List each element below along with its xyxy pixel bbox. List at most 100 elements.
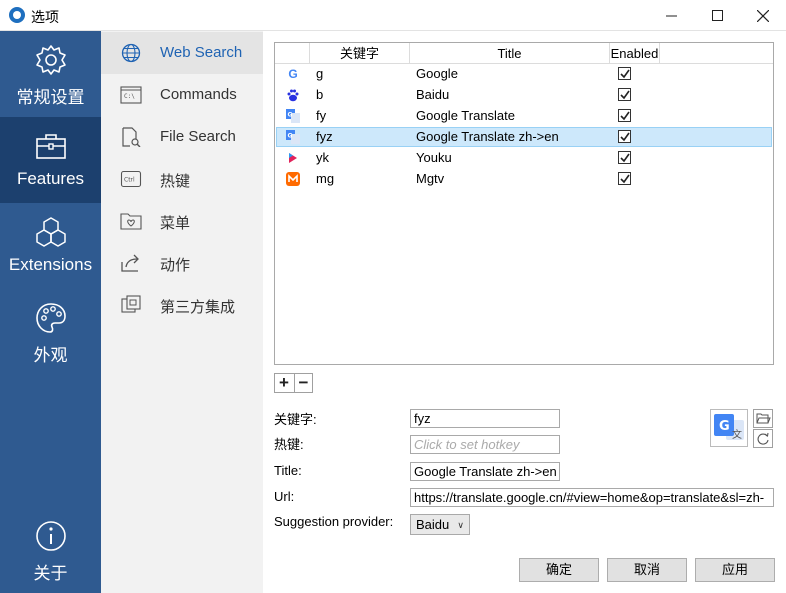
hotkey-input[interactable]: Click to set hotkey — [410, 435, 560, 454]
rail-item-label: 外观 — [33, 346, 68, 365]
enabled-checkbox[interactable] — [618, 151, 631, 164]
baidu-paw-icon — [286, 88, 300, 102]
remove-button[interactable]: − — [294, 374, 312, 392]
window-title: 选项 — [31, 9, 59, 25]
google-translate-icon: G — [286, 109, 300, 123]
google-translate-icon: G — [286, 130, 300, 144]
row-title: Google Translate — [416, 108, 516, 123]
search-engine-table[interactable]: 关键字 Title Enabled G g Google b Baidu G f… — [274, 42, 774, 365]
apply-button[interactable]: 应用 — [695, 558, 775, 582]
rail-item-label: Features — [16, 169, 85, 188]
table-row[interactable]: yk Youku — [276, 148, 772, 168]
row-title: Google Translate zh->en — [416, 129, 559, 144]
app-logo-icon — [9, 7, 25, 23]
checkmark-icon — [620, 90, 630, 100]
rail-item-features[interactable]: Features — [0, 117, 101, 203]
column-header-enabled[interactable]: Enabled — [610, 43, 660, 64]
rail-item-about[interactable]: 关于 — [0, 507, 101, 593]
suggestion-provider-value: Baidu — [416, 517, 450, 532]
reset-icon-button[interactable] — [753, 429, 773, 448]
ok-button[interactable]: 确定 — [519, 558, 599, 582]
keyword-label: 关键字: — [274, 412, 317, 427]
minimize-button[interactable] — [648, 0, 694, 31]
subnav-item-actions[interactable]: 动作 — [101, 242, 263, 284]
plugin-icon — [121, 295, 141, 313]
share-arrow-icon — [121, 254, 139, 272]
web-search-panel: 关键字 Title Enabled G g Google b Baidu G f… — [263, 31, 786, 593]
rail-item-general[interactable]: 常规设置 — [0, 31, 101, 117]
svg-text:文: 文 — [732, 428, 742, 441]
toolbox-icon — [36, 134, 66, 159]
mgtv-icon — [286, 172, 300, 186]
column-header-icon — [275, 43, 310, 64]
subnav-item-file-search[interactable]: File Search — [101, 116, 263, 158]
gear-icon — [36, 45, 66, 75]
row-keyword: g — [316, 66, 324, 81]
browse-icon-button[interactable] — [753, 409, 773, 428]
title-input[interactable]: Google Translate zh->en — [410, 462, 560, 481]
url-label: Url: — [274, 489, 295, 504]
table-row[interactable]: G g Google — [276, 64, 772, 84]
enabled-checkbox[interactable] — [618, 109, 631, 122]
subnav-item-hotkeys[interactable]: Ctrl 热键 — [101, 158, 263, 200]
subnav-item-web-search[interactable]: Web Search — [101, 32, 263, 74]
row-title: Baidu — [416, 87, 450, 102]
table-row-selected[interactable]: G fyz Google Translate zh->en — [276, 127, 772, 147]
svg-text:Ctrl: Ctrl — [124, 177, 135, 184]
url-input[interactable]: https://translate.google.cn/#view=home&o… — [410, 488, 774, 507]
checkmark-icon — [620, 69, 630, 79]
palette-icon — [36, 303, 66, 333]
subnav-item-label: 热键 — [160, 173, 191, 190]
rail-item-label: Extensions — [8, 255, 93, 274]
cancel-button[interactable]: 取消 — [607, 558, 687, 582]
features-subnav: Web Search C:\ Commands File Search Ctrl… — [101, 31, 263, 593]
enabled-checkbox[interactable] — [618, 88, 631, 101]
rail-item-appearance[interactable]: 外观 — [0, 289, 101, 375]
checkmark-icon — [620, 174, 630, 184]
engine-icon-preview: G 文 — [710, 409, 748, 447]
cubes-icon — [36, 217, 66, 247]
file-search-icon — [122, 127, 141, 147]
globe-icon — [121, 43, 141, 63]
enabled-checkbox[interactable] — [618, 67, 631, 80]
checkmark-icon — [620, 132, 630, 142]
subnav-item-integrations[interactable]: 第三方集成 — [101, 284, 263, 326]
ctrl-key-icon: Ctrl — [120, 170, 142, 188]
column-header-title[interactable]: Title — [410, 43, 610, 64]
suggestion-provider-label: Suggestion provider: — [274, 514, 394, 529]
rail-item-extensions[interactable]: Extensions — [0, 203, 101, 289]
svg-text:G: G — [288, 133, 293, 140]
row-title: Youku — [416, 150, 452, 165]
table-row[interactable]: G fy Google Translate — [276, 106, 772, 126]
keyword-input[interactable]: fyz — [410, 409, 560, 428]
svg-text:G: G — [719, 419, 730, 434]
table-row[interactable]: mg Mgtv — [276, 169, 772, 189]
suggestion-provider-select[interactable]: Baidu ∨ — [410, 514, 470, 535]
subnav-item-label: Commands — [160, 86, 237, 103]
table-row[interactable]: b Baidu — [276, 85, 772, 105]
add-button[interactable]: + — [275, 374, 293, 392]
title-bar: 选项 — [0, 0, 786, 31]
youku-icon — [286, 151, 300, 165]
row-keyword: fyz — [316, 129, 333, 144]
add-remove-group: + − — [274, 373, 313, 393]
hotkey-label: 热键: — [274, 437, 304, 452]
subnav-item-menu[interactable]: 菜单 — [101, 200, 263, 242]
subnav-item-label: File Search — [160, 128, 236, 145]
svg-text:C:\: C:\ — [124, 93, 135, 100]
info-icon — [36, 521, 66, 551]
maximize-button[interactable] — [694, 0, 740, 31]
google-icon: G — [288, 67, 298, 81]
rail-item-label: 关于 — [33, 564, 68, 583]
enabled-checkbox[interactable] — [618, 130, 631, 143]
enabled-checkbox[interactable] — [618, 172, 631, 185]
svg-text:G: G — [288, 112, 293, 119]
minimize-icon — [665, 15, 677, 17]
subnav-item-commands[interactable]: C:\ Commands — [101, 74, 263, 116]
close-button[interactable] — [740, 0, 786, 31]
column-header-keyword[interactable]: 关键字 — [310, 43, 410, 64]
row-keyword: mg — [316, 171, 335, 186]
row-title: Mgtv — [416, 171, 445, 186]
subnav-item-label: Web Search — [160, 44, 243, 61]
rail-item-label: 常规设置 — [16, 88, 85, 107]
